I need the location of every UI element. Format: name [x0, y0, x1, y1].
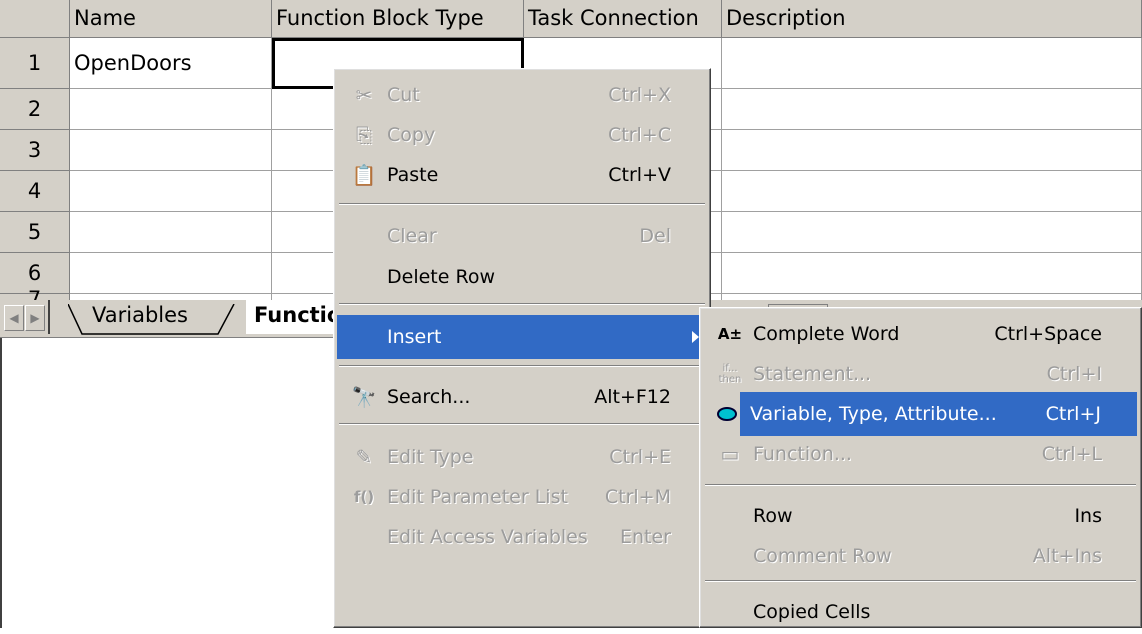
menu-separator [339, 303, 705, 305]
if-then-icon: if... then [718, 363, 742, 385]
menu-separator [339, 365, 705, 367]
tab-variables-outline [68, 304, 235, 335]
menu-separator [705, 580, 1136, 582]
menu-item-label: Edit Access Variables [387, 526, 588, 548]
menu-item-label: Paste [387, 164, 439, 186]
function-params-icon: f() [353, 488, 375, 506]
menu-item-copy[interactable]: ⎘ Copy Ctrl+C [337, 113, 707, 157]
menu-item-shortcut: Ctrl+I [1046, 363, 1102, 385]
menu-item-clear[interactable]: Clear Del [337, 214, 707, 258]
column-header-name[interactable]: Name [70, 0, 272, 38]
column-header-task-connection[interactable]: Task Connection [524, 0, 722, 38]
menu-item-label: Edit Parameter List [387, 486, 568, 508]
grid-cell[interactable] [722, 212, 1142, 253]
grid-cell[interactable] [722, 130, 1142, 171]
menu-item-label: Cut [387, 84, 420, 106]
menu-item-statement[interactable]: if... then Statement... Ctrl+I [703, 352, 1138, 396]
submenu-arrow-icon [692, 331, 699, 343]
menu-item-shortcut: Ins [1074, 505, 1102, 527]
menu-separator [339, 203, 705, 205]
menu-item-shortcut: Ctrl+J [1045, 403, 1101, 425]
grid-cell[interactable] [722, 38, 1142, 89]
menu-item-label: Insert [387, 326, 442, 348]
menu-item-label: Complete Word [753, 323, 900, 345]
tab-function-blocks-label: Functio [254, 303, 342, 327]
menu-item-shortcut: Ctrl+C [608, 124, 671, 146]
menu-separator [705, 484, 1136, 486]
menu-item-function[interactable]: ▭ Function... Ctrl+L [703, 432, 1138, 476]
menu-item-insert[interactable]: Insert [337, 315, 707, 359]
menu-item-label: Row [753, 505, 793, 527]
grid-cell[interactable] [722, 89, 1142, 130]
menu-item-label: Function... [753, 443, 852, 465]
tab-divider [48, 300, 50, 334]
insert-submenu: A± Complete Word Ctrl+Space if... then Statem… [699, 307, 1142, 628]
menu-item-shortcut: Del [639, 225, 671, 247]
grid-cell[interactable]: OpenDoors [70, 38, 272, 89]
menu-item-shortcut: Alt+Ins [1032, 545, 1102, 567]
menu-item-row[interactable]: Row Ins [703, 494, 1138, 538]
menu-item-label: Edit Type [387, 446, 474, 468]
grid-cell[interactable] [722, 171, 1142, 212]
column-header-description[interactable]: Description [722, 0, 1142, 38]
menu-separator [339, 423, 705, 425]
grid-cell[interactable] [722, 253, 1142, 294]
menu-item-shortcut: Ctrl+V [608, 164, 671, 186]
menu-item-shortcut: Ctrl+Space [994, 323, 1102, 345]
menu-item-comment-row[interactable]: Comment Row Alt+Ins [703, 534, 1138, 578]
menu-item-label: Delete Row [387, 266, 495, 288]
menu-item-label: Statement... [753, 363, 872, 385]
menu-item-shortcut: Ctrl+X [608, 84, 671, 106]
row-header[interactable]: 2 [0, 89, 70, 130]
menu-item-shortcut: Ctrl+M [604, 486, 671, 508]
paste-icon: 📋 [351, 163, 377, 187]
menu-item-paste[interactable]: 📋 Paste Ctrl+V [337, 153, 707, 197]
menu-item-complete-word[interactable]: A± Complete Word Ctrl+Space [703, 312, 1138, 356]
menu-item-edit-parameter-list[interactable]: f() Edit Parameter List Ctrl+M [337, 475, 707, 519]
complete-word-icon: A± [717, 325, 743, 343]
row-header[interactable]: 1 [0, 38, 70, 89]
menu-item-copied-cells[interactable]: Copied Cells [703, 590, 1138, 634]
row-header[interactable]: 3 [0, 130, 70, 171]
menu-item-label: Copy [387, 124, 436, 146]
menu-item-edit-type[interactable]: ✎ Edit Type Ctrl+E [337, 435, 707, 479]
menu-item-label: Clear [387, 225, 437, 247]
tab-function-blocks[interactable]: Functio [246, 300, 341, 334]
menu-item-edit-access-variables[interactable]: Edit Access Variables Enter [337, 515, 707, 559]
tab-scroll-left-button[interactable]: ◀ [4, 305, 24, 331]
menu-item-shortcut: Ctrl+E [609, 446, 671, 468]
menu-item-shortcut: Ctrl+L [1041, 443, 1102, 465]
function-icon: ▭ [720, 442, 740, 466]
menu-item-search[interactable]: 🔭 Search... Alt+F12 [337, 375, 707, 419]
grid-cell[interactable] [70, 130, 272, 171]
variable-ellipse-icon [712, 392, 742, 437]
menu-item-delete-row[interactable]: Delete Row [337, 255, 707, 299]
row-header[interactable]: 5 [0, 212, 70, 253]
menu-item-shortcut: Enter [620, 526, 671, 548]
corner-header[interactable] [0, 0, 70, 38]
column-header-function-block-type[interactable]: Function Block Type [272, 0, 524, 38]
grid-cell[interactable] [70, 253, 272, 294]
menu-item-label: Comment Row [753, 545, 892, 567]
tab-scroll-right-button[interactable]: ▶ [25, 305, 45, 331]
menu-item-label: Search... [387, 386, 471, 408]
menu-item-cut[interactable]: ✂ Cut Ctrl+X [337, 73, 707, 117]
menu-item-label: Variable, Type, Attribute... [750, 403, 997, 425]
edit-type-icon: ✎ [355, 445, 373, 469]
row-header[interactable]: 4 [0, 171, 70, 212]
grid-cell[interactable] [70, 212, 272, 253]
grid-cell[interactable] [70, 171, 272, 212]
copy-icon: ⎘ [356, 123, 372, 147]
menu-item-label: Copied Cells [753, 601, 871, 623]
menu-item-variable-type-attribute[interactable]: Variable, Type, Attribute... Ctrl+J [717, 392, 1137, 436]
scissors-icon: ✂ [355, 83, 373, 107]
menu-item-shortcut: Alt+F12 [594, 386, 671, 408]
search-binoculars-icon: 🔭 [351, 385, 377, 409]
grid-cell[interactable] [70, 89, 272, 130]
context-menu: ✂ Cut Ctrl+X ⎘ Copy Ctrl+C 📋 Paste Ctrl+V Clear De… [333, 68, 711, 628]
